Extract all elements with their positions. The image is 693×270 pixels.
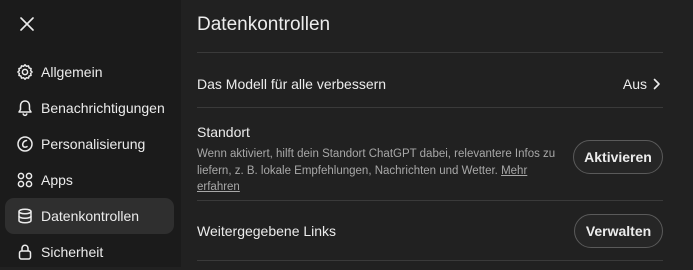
sidebar-item-label: Sicherheit	[41, 244, 104, 260]
sidebar-item-apps[interactable]: Apps	[5, 162, 174, 198]
divider	[197, 107, 663, 108]
sidebar-item-benachrichtigungen[interactable]: Benachrichtigungen	[5, 90, 174, 126]
sidebar-item-label: Datenkontrollen	[41, 208, 140, 224]
settings-sidebar: Allgemein Benachrichtigungen Personalisi…	[0, 0, 181, 267]
sidebar-item-label: Personalisierung	[41, 136, 146, 152]
improve-model-value: Aus	[622, 76, 647, 92]
location-label: Standort	[197, 124, 250, 140]
improve-model-label: Das Modell für alle verbessern	[197, 76, 387, 92]
improve-model-toggle[interactable]: Aus	[623, 76, 661, 92]
shared-links-label: Weitergegebene Links	[197, 223, 337, 239]
manage-links-button[interactable]: Verwalten	[574, 214, 663, 248]
sidebar-item-sicherheit[interactable]: Sicherheit	[5, 234, 174, 270]
gear-icon	[15, 62, 35, 82]
close-icon	[20, 17, 34, 31]
lock-icon	[15, 242, 35, 262]
activate-location-button[interactable]: Aktivieren	[573, 140, 663, 174]
sidebar-item-label: Apps	[41, 172, 73, 188]
sidebar-item-label: Benachrichtigungen	[41, 100, 165, 116]
sidebar-item-datenkontrollen[interactable]: Datenkontrollen	[5, 198, 174, 234]
bell-icon	[15, 98, 35, 118]
apps-grid-icon	[15, 170, 35, 190]
chevron-right-icon	[653, 78, 660, 90]
divider	[197, 200, 663, 201]
sidebar-item-allgemein[interactable]: Allgemein	[5, 54, 174, 90]
sidebar-item-personalisierung[interactable]: Personalisierung	[5, 126, 174, 162]
divider	[197, 260, 663, 261]
divider	[197, 52, 663, 53]
location-description: Wenn aktiviert, hilft dein Standort Chat…	[197, 146, 559, 196]
database-icon	[15, 206, 35, 226]
sidebar-item-label: Allgemein	[41, 64, 103, 80]
close-button[interactable]	[16, 13, 38, 35]
page-title: Datenkontrollen	[197, 14, 331, 35]
settings-content: Datenkontrollen Das Modell für alle verb…	[181, 0, 693, 267]
personalization-icon	[15, 134, 35, 154]
